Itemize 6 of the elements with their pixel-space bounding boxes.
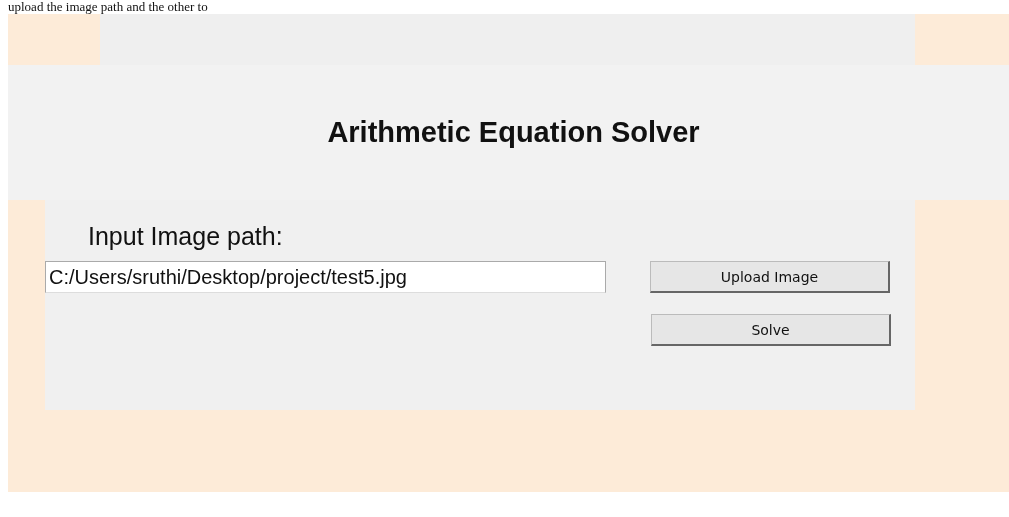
upload-image-button[interactable]: Upload Image (650, 261, 890, 293)
solve-button[interactable]: Solve (651, 314, 891, 346)
path-field[interactable]: C:/Users/sruthi/Desktop/project/test5.jpg (45, 261, 606, 293)
document-text: upload the image path and the other to (7, 0, 209, 14)
app-title: Arithmetic Equation Solver (327, 116, 700, 149)
path-label: Input Image path: (88, 222, 284, 251)
